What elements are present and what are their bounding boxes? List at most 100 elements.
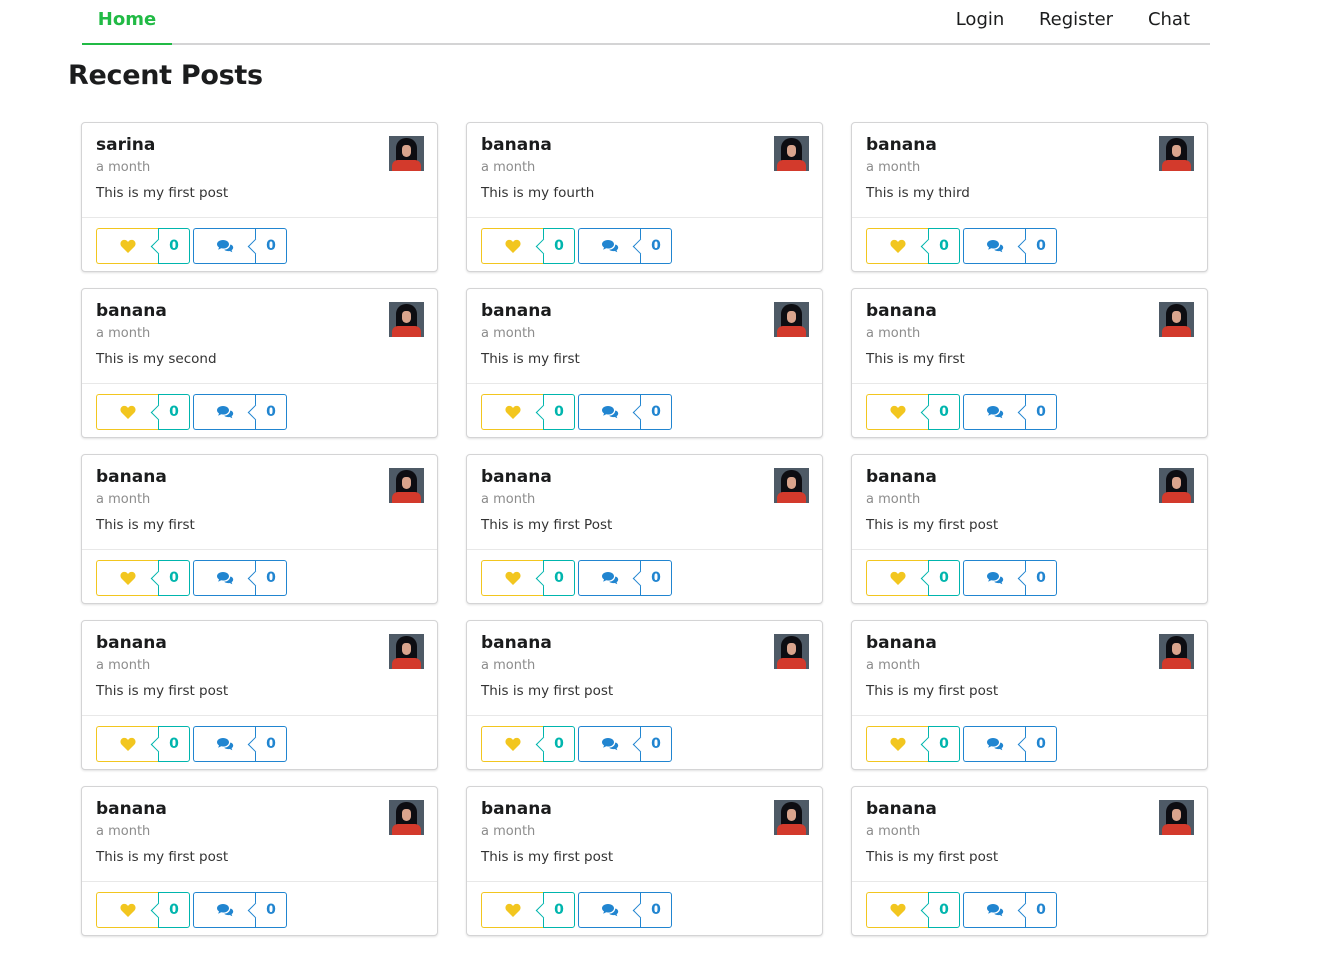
comment-button[interactable]: 0 <box>963 892 1057 928</box>
comment-button[interactable]: 0 <box>193 394 287 430</box>
comment-icon[interactable] <box>578 560 640 596</box>
comment-icon[interactable] <box>193 394 255 430</box>
comment-button[interactable]: 0 <box>578 394 672 430</box>
comment-icon[interactable] <box>963 394 1025 430</box>
like-button[interactable]: 0 <box>866 726 960 762</box>
post-author[interactable]: banana <box>481 633 552 653</box>
comment-icon[interactable] <box>193 892 255 928</box>
heart-icon[interactable] <box>96 560 158 596</box>
heart-icon[interactable] <box>866 892 928 928</box>
comment-icon[interactable] <box>963 560 1025 596</box>
like-button[interactable]: 0 <box>481 228 575 264</box>
post-time[interactable]: a month <box>866 492 920 507</box>
comment-button[interactable]: 0 <box>193 560 287 596</box>
post-author[interactable]: banana <box>96 799 167 819</box>
post-time[interactable]: a month <box>96 658 150 673</box>
comment-button[interactable]: 0 <box>578 228 672 264</box>
like-button[interactable]: 0 <box>481 726 575 762</box>
post-author[interactable]: sarina <box>96 135 155 155</box>
comment-icon[interactable] <box>578 726 640 762</box>
post-author[interactable]: banana <box>481 467 552 487</box>
post-time[interactable]: a month <box>866 326 920 341</box>
heart-icon[interactable] <box>481 394 543 430</box>
comment-count-value: 0 <box>266 902 276 918</box>
post-time[interactable]: a month <box>866 658 920 673</box>
like-button[interactable]: 0 <box>866 892 960 928</box>
comment-button[interactable]: 0 <box>578 560 672 596</box>
comment-icon[interactable] <box>963 228 1025 264</box>
post-time[interactable]: a month <box>96 492 150 507</box>
comment-button[interactable]: 0 <box>193 726 287 762</box>
post-time[interactable]: a month <box>96 824 150 839</box>
heart-icon[interactable] <box>866 726 928 762</box>
heart-icon[interactable] <box>481 726 543 762</box>
nav-home[interactable]: Home <box>82 0 172 45</box>
post-time[interactable]: a month <box>481 492 535 507</box>
post-time[interactable]: a month <box>481 160 535 175</box>
nav-chat[interactable]: Chat <box>1142 0 1196 43</box>
heart-icon[interactable] <box>481 560 543 596</box>
comment-button[interactable]: 0 <box>963 394 1057 430</box>
post-time[interactable]: a month <box>481 824 535 839</box>
comment-button[interactable]: 0 <box>963 560 1057 596</box>
post-author[interactable]: banana <box>96 467 167 487</box>
post-author[interactable]: banana <box>866 799 937 819</box>
like-button[interactable]: 0 <box>866 560 960 596</box>
comment-icon[interactable] <box>578 892 640 928</box>
heart-icon[interactable] <box>96 726 158 762</box>
comment-button[interactable]: 0 <box>963 726 1057 762</box>
post-time[interactable]: a month <box>866 160 920 175</box>
post-body: This is my first post <box>96 683 229 699</box>
comment-count-value: 0 <box>266 238 276 254</box>
post-author[interactable]: banana <box>866 301 937 321</box>
comment-button[interactable]: 0 <box>193 892 287 928</box>
post-author[interactable]: banana <box>481 135 552 155</box>
comment-icon[interactable] <box>963 726 1025 762</box>
like-button[interactable]: 0 <box>866 228 960 264</box>
heart-icon[interactable] <box>96 228 158 264</box>
post-time[interactable]: a month <box>866 824 920 839</box>
nav-login[interactable]: Login <box>945 0 1015 43</box>
comment-icon[interactable] <box>193 726 255 762</box>
post-author[interactable]: banana <box>866 135 937 155</box>
comment-button[interactable]: 0 <box>578 892 672 928</box>
like-button[interactable]: 0 <box>481 892 575 928</box>
heart-icon[interactable] <box>481 892 543 928</box>
heart-icon[interactable] <box>866 394 928 430</box>
like-button[interactable]: 0 <box>96 560 190 596</box>
post-card-content: banana a month This is my first post <box>82 787 437 882</box>
like-button[interactable]: 0 <box>96 228 190 264</box>
post-time[interactable]: a month <box>96 160 150 175</box>
comment-icon[interactable] <box>963 892 1025 928</box>
comment-icon[interactable] <box>193 560 255 596</box>
post-time[interactable]: a month <box>96 326 150 341</box>
nav-register[interactable]: Register <box>1034 0 1118 43</box>
post-author[interactable]: banana <box>866 467 937 487</box>
comment-button[interactable]: 0 <box>963 228 1057 264</box>
comment-icon[interactable] <box>193 228 255 264</box>
like-count: 0 <box>158 726 190 762</box>
heart-icon[interactable] <box>866 228 928 264</box>
comment-button[interactable]: 0 <box>578 726 672 762</box>
like-button[interactable]: 0 <box>96 726 190 762</box>
like-button[interactable]: 0 <box>96 892 190 928</box>
heart-icon[interactable] <box>96 394 158 430</box>
post-time[interactable]: a month <box>481 658 535 673</box>
comment-icon[interactable] <box>578 228 640 264</box>
post-author[interactable]: banana <box>481 301 552 321</box>
heart-icon[interactable] <box>481 228 543 264</box>
post-author[interactable]: banana <box>866 633 937 653</box>
heart-icon[interactable] <box>96 892 158 928</box>
post-time[interactable]: a month <box>481 326 535 341</box>
post-author[interactable]: banana <box>96 301 167 321</box>
post-author[interactable]: banana <box>481 799 552 819</box>
like-button[interactable]: 0 <box>96 394 190 430</box>
like-button[interactable]: 0 <box>866 394 960 430</box>
comment-button[interactable]: 0 <box>193 228 287 264</box>
comment-icon[interactable] <box>578 394 640 430</box>
like-button[interactable]: 0 <box>481 560 575 596</box>
heart-icon[interactable] <box>866 560 928 596</box>
post-author[interactable]: banana <box>96 633 167 653</box>
like-button[interactable]: 0 <box>481 394 575 430</box>
page-title: Recent Posts <box>68 60 263 91</box>
